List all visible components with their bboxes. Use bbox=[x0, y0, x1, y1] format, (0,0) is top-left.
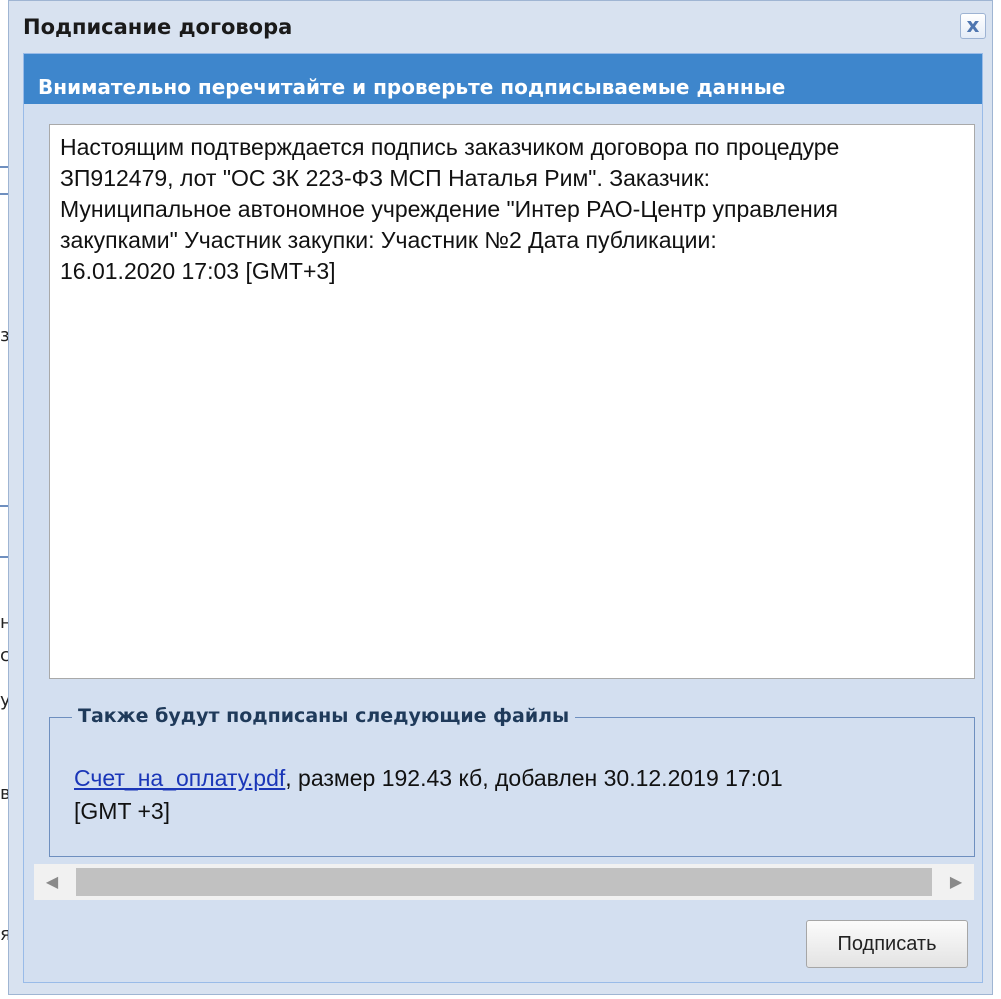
panel-title: Внимательно перечитайте и проверьте подп… bbox=[38, 75, 786, 99]
background-divider bbox=[0, 193, 8, 195]
scroll-left-arrow-icon[interactable]: ◀ bbox=[34, 864, 70, 900]
panel-header: Внимательно перечитайте и проверьте подп… bbox=[24, 54, 982, 104]
sign-contract-dialog: Подписание договора x Внимательно перечи… bbox=[8, 0, 993, 995]
horizontal-scrollbar[interactable]: ◀ ▶ bbox=[34, 864, 974, 900]
close-icon: x bbox=[966, 13, 980, 37]
files-fieldset: Также будут подписаны следующие файлы Сч… bbox=[49, 705, 975, 857]
close-button[interactable]: x bbox=[960, 13, 986, 39]
document-line: Муниципальное автономное учреждение "Инт… bbox=[60, 196, 839, 222]
files-legend: Также будут подписаны следующие файлы bbox=[72, 705, 576, 727]
file-link[interactable]: Счет_на_оплату.pdf bbox=[74, 765, 285, 791]
document-text: Настоящим подтверждается подпись заказчи… bbox=[60, 132, 960, 287]
review-panel: Внимательно перечитайте и проверьте подп… bbox=[23, 53, 983, 983]
document-line: закупками" Участник закупки: Участник №2… bbox=[60, 227, 717, 253]
sign-button[interactable]: Подписать bbox=[806, 920, 968, 968]
file-item: Счет_на_оплату.pdf, размер 192.43 кб, до… bbox=[74, 762, 934, 828]
background-divider bbox=[0, 505, 8, 507]
dialog-title: Подписание договора bbox=[23, 15, 293, 39]
background-divider bbox=[0, 556, 8, 558]
scrollbar-thumb[interactable] bbox=[76, 868, 932, 896]
document-line: ЗП912479, лот "ОС ЗК 223-ФЗ МСП Наталья … bbox=[60, 165, 711, 191]
background-divider bbox=[0, 166, 8, 168]
document-line: 16.01.2020 17:03 [GMT+3] bbox=[60, 258, 336, 284]
document-line: Настоящим подтверждается подпись заказчи… bbox=[60, 134, 840, 160]
dialog-header[interactable]: Подписание договора x bbox=[9, 1, 992, 53]
scroll-right-arrow-icon[interactable]: ▶ bbox=[938, 864, 974, 900]
file-details: , размер 192.43 кб, добавлен 30.12.2019 … bbox=[285, 765, 783, 791]
file-details-timezone: [GMT +3] bbox=[74, 798, 171, 824]
document-text-area[interactable]: Настоящим подтверждается подпись заказчи… bbox=[49, 124, 975, 679]
